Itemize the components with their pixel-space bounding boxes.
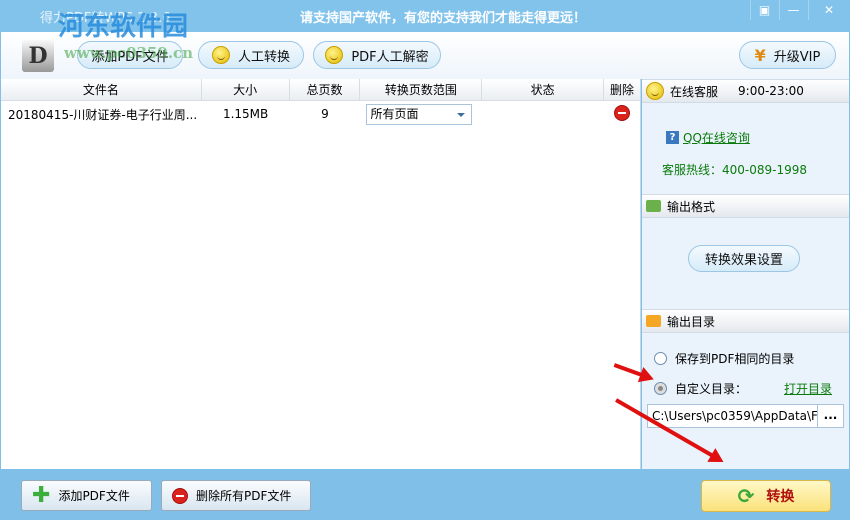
add-pdf-bottom-label: 添加PDF文件 [58,489,130,503]
hotline: 客服热线：400-089-1998 [662,163,808,177]
bottom-bar: ✚ 添加PDF文件 删除所有PDF文件 ⟳ 转换 [0,469,850,520]
add-pdf-button[interactable]: ✚ 添加PDF文件 [21,480,152,511]
radio-button[interactable] [654,352,667,365]
output-format-label: 输出格式 [667,199,716,214]
remove-icon [172,487,188,504]
upgrade-vip-label: 升级VIP [773,49,821,65]
smiley-icon [646,82,664,100]
col-status[interactable]: 状态 [482,79,605,100]
table-header: 文件名 大小 总页数 转换页数范围 状态 删除 [1,79,640,101]
close-button[interactable]: ✕ [808,0,849,20]
manual-convert-label: 人工转换 [237,49,290,65]
refresh-icon: ⟳ [737,484,755,508]
folder-icon [646,315,661,327]
folder-icon [646,200,661,212]
col-size[interactable]: 大小 [202,79,290,100]
output-format-header: 输出格式 [642,194,849,218]
radio-same-dir[interactable]: 保存到PDF相同的目录 [654,350,794,367]
col-filename[interactable]: 文件名 [1,79,202,100]
file-pages: 9 [321,107,329,121]
side-panel: 在线客服 9:00-23:00 ? QQ在线咨询 客服热线：400-089-19… [642,79,849,469]
file-name: 20180415-川财证券-电子行业周... [8,107,198,122]
service-hours: 9:00-23:00 [738,84,804,98]
help-icon: ? [666,131,679,144]
radio-custom-dir[interactable]: 自定义目录： [654,380,747,397]
online-service-header: 在线客服 9:00-23:00 [642,79,849,103]
effect-settings-button[interactable]: 转换效果设置 [688,245,800,272]
add-pdf-top-button[interactable]: 添加PDF文件 [77,41,183,69]
minimize-button[interactable]: — [779,0,807,20]
file-table: 文件名 大小 总页数 转换页数范围 状态 删除 20180415-川财证券-电子… [1,79,641,469]
window-title: 得力PDF转WPS 2.3.6 [40,11,171,26]
col-range[interactable]: 转换页数范围 [360,79,483,100]
title-bar: 得力PDF转WPS 2.3.6 请支持国产软件，有您的支持我们才能走得更远！ ▣… [0,0,850,32]
manual-convert-button[interactable]: 人工转换 [198,41,304,69]
col-pages[interactable]: 总页数 [290,79,361,100]
qq-consult-link[interactable]: QQ在线咨询 [683,129,750,146]
page-range-select[interactable]: 所有页面 [366,103,473,125]
open-dir-link[interactable]: 打开目录 [784,380,832,397]
convert-label: 转换 [766,489,795,505]
slogan: 请支持国产软件，有您的支持我们才能走得更远！ [300,11,587,26]
output-dir-label: 输出目录 [667,314,716,329]
output-path-input[interactable]: C:\Users\pc0359\AppData\F [648,405,817,427]
yen-icon: ¥ [754,45,766,65]
col-delete[interactable]: 删除 [604,79,640,100]
toolbar: 添加PDF文件 人工转换 PDF人工解密 ¥ 升级VIP [1,32,849,79]
radio-button[interactable] [654,382,667,395]
app-logo: D [22,40,54,72]
convert-button[interactable]: ⟳ 转换 [701,480,831,512]
smiley-icon [211,46,230,64]
file-size: 1.15MB [222,107,269,121]
browse-button[interactable]: ... [817,405,843,427]
plus-icon: ✚ [32,482,51,508]
table-row[interactable]: 20180415-川财证券-电子行业周... 1.15MB 9 所有页面 [1,101,640,127]
delete-all-button[interactable]: 删除所有PDF文件 [161,480,311,511]
add-pdf-label: 添加PDF文件 [91,49,169,65]
pdf-decrypt-button[interactable]: PDF人工解密 [313,41,441,69]
menu-button[interactable]: ▣ [750,0,778,20]
output-dir-header: 输出目录 [642,309,849,333]
smiley-icon [325,46,344,64]
delete-all-label: 删除所有PDF文件 [196,489,292,503]
delete-row-icon[interactable] [614,104,631,121]
pdf-decrypt-label: PDF人工解密 [351,49,429,65]
online-service-label: 在线客服 [670,84,719,99]
upgrade-vip-button[interactable]: ¥ 升级VIP [739,41,836,69]
